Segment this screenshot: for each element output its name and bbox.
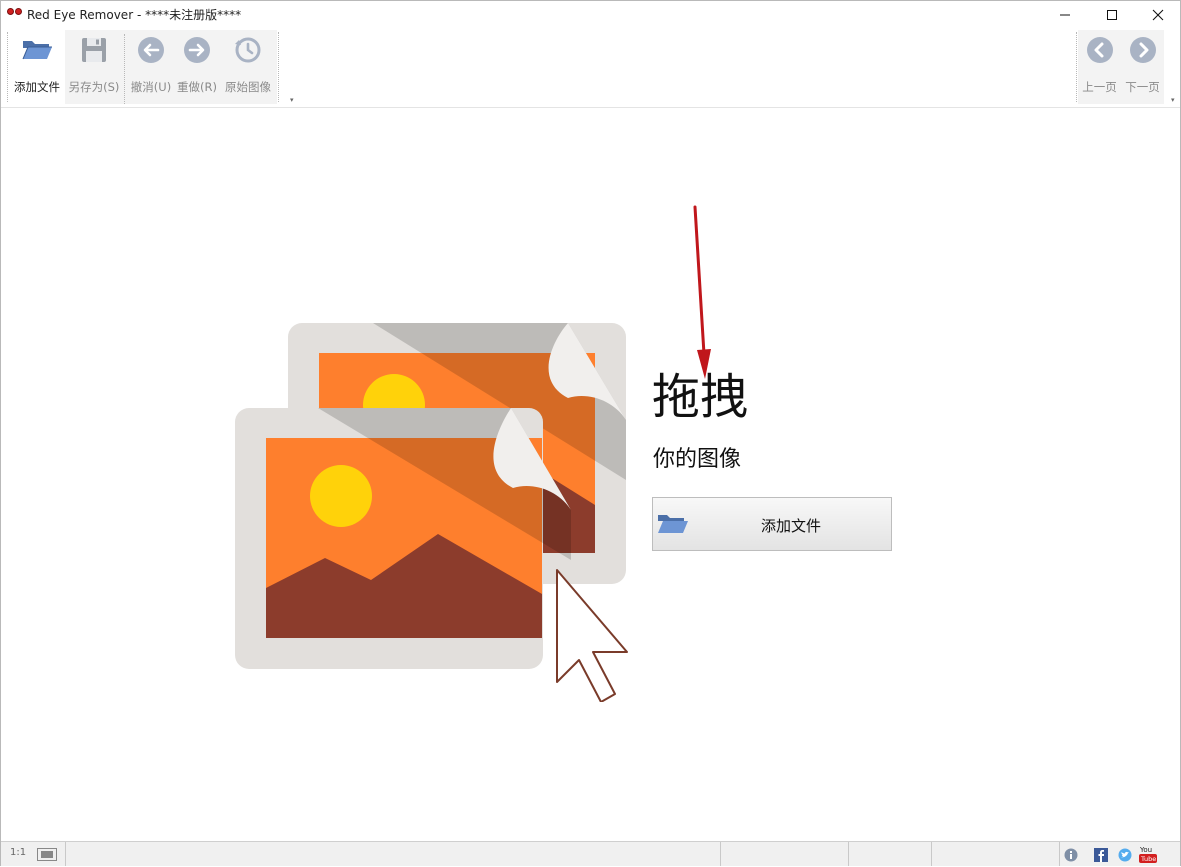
arrow-right-circle-icon [181, 34, 213, 66]
file-edit-group: 添加文件 另存为(S) 撤消(U) 重做(R) 原始图像 [9, 30, 277, 104]
maximize-button[interactable] [1089, 1, 1135, 28]
status-cell [931, 842, 932, 866]
your-images-subtitle: 你的图像 [653, 447, 742, 472]
facebook-icon[interactable] [1094, 847, 1108, 862]
arrow-left-circle-icon [135, 34, 167, 66]
drag-headline: 拖拽 [652, 369, 749, 425]
svg-text:You: You [1139, 846, 1152, 854]
chevron-right-circle-icon [1127, 34, 1159, 66]
toolbar-overflow-icon[interactable]: ▾ [1171, 96, 1175, 104]
close-button[interactable] [1135, 1, 1181, 28]
status-cell [720, 842, 721, 866]
open-folder-icon [21, 34, 53, 66]
info-icon[interactable] [1064, 847, 1078, 862]
drop-zone[interactable]: 拖拽 你的图像 添加文件 [1, 108, 1180, 841]
red-eyes-icon [7, 8, 23, 18]
toolbar-separator [278, 32, 280, 102]
undo-label: 撤消(U) [130, 80, 172, 94]
status-cell [848, 842, 849, 866]
toolbar-overflow-icon[interactable]: ▾ [290, 96, 294, 104]
close-icon [1152, 9, 1164, 20]
ribbon-toolbar: 添加文件 另存为(S) 撤消(U) 重做(R) 原始图像 ▾ 上一页 下一页 ▾ [1, 28, 1180, 108]
original-image-label: 原始图像 [225, 80, 271, 94]
redo-label: 重做(R) [177, 80, 217, 94]
redo-button[interactable]: 重做(R) [174, 30, 220, 104]
prev-page-button[interactable]: 上一页 [1078, 30, 1121, 104]
status-cell [65, 842, 66, 866]
save-as-button[interactable]: 另存为(S) [66, 30, 122, 104]
next-page-label: 下一页 [1125, 80, 1160, 94]
floppy-disk-icon [78, 34, 110, 66]
app-window: Red Eye Remover - ****未注册版**** 添加文件 另存为(… [0, 0, 1181, 866]
toolbar-separator [124, 34, 126, 104]
status-cell [1059, 842, 1060, 866]
add-file-toolbar-button[interactable]: 添加文件 [9, 30, 65, 104]
youtube-icon[interactable]: You Tube [1139, 845, 1157, 863]
fit-to-window-icon[interactable] [37, 848, 57, 861]
navigation-group: 上一页 下一页 [1078, 30, 1164, 104]
minimize-icon [1060, 14, 1070, 15]
status-bar: 1:1 You Tube [1, 841, 1180, 866]
window-title: Red Eye Remover - ****未注册版**** [27, 8, 242, 22]
prev-page-label: 上一页 [1082, 80, 1117, 94]
maximize-icon [1107, 9, 1117, 20]
add-file-button-label: 添加文件 [760, 517, 821, 535]
minimize-button[interactable] [1042, 1, 1088, 28]
undo-button[interactable]: 撤消(U) [128, 30, 174, 104]
add-file-toolbar-label: 添加文件 [14, 80, 60, 94]
next-page-button[interactable]: 下一页 [1121, 30, 1164, 104]
stacked-photos-illustration [235, 323, 628, 702]
clock-history-icon [232, 34, 264, 66]
red-arrow-annotation [693, 205, 711, 379]
twitter-icon[interactable] [1118, 847, 1132, 862]
add-file-button[interactable]: 添加文件 [652, 497, 892, 551]
chevron-left-circle-icon [1084, 34, 1116, 66]
svg-text:Tube: Tube [1140, 855, 1156, 863]
zoom-level[interactable]: 1:1 [10, 847, 26, 858]
original-image-button[interactable]: 原始图像 [221, 30, 275, 104]
save-as-label: 另存为(S) [68, 80, 120, 94]
title-bar: Red Eye Remover - ****未注册版**** [1, 1, 1180, 28]
